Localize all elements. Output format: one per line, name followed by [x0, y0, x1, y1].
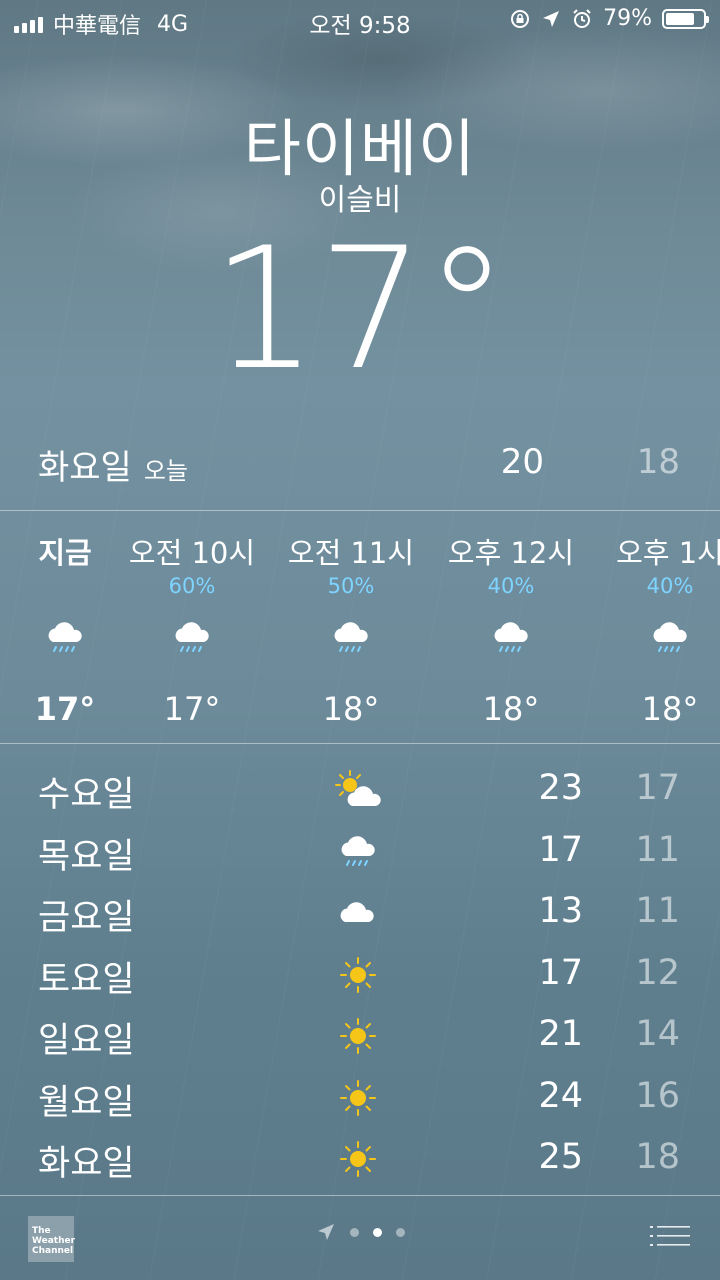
- daily-forecast: 수요일 23 17 목요일 17 11 금요일 13 11 토요일 17 12 …: [38, 760, 680, 1191]
- hour-temp: 17°: [163, 690, 221, 728]
- daily-row: 월요일 24 16: [38, 1068, 680, 1130]
- rain-cloud-icon: [117, 608, 267, 668]
- daily-day: 금요일: [38, 898, 135, 938]
- daily-row: 토요일 17 12: [38, 945, 680, 1007]
- daily-high: 13: [538, 891, 583, 931]
- daily-row: 일요일 21 14: [38, 1006, 680, 1068]
- today-low: 18: [636, 442, 680, 482]
- daily-row: 화요일 25 18: [38, 1129, 680, 1191]
- daily-high: 17: [538, 829, 583, 870]
- location-arrow-icon: [317, 1224, 334, 1240]
- rain-cloud-icon: [595, 608, 720, 668]
- hour-label: 오후 12시: [447, 536, 575, 570]
- cloud-icon: [328, 891, 388, 935]
- page-indicator[interactable]: [0, 1222, 720, 1242]
- daily-low: 17: [635, 768, 680, 808]
- today-summary: 화요일 오늘 20 18: [38, 440, 680, 490]
- page-dot[interactable]: [349, 1227, 359, 1237]
- daily-low: 12: [635, 952, 680, 993]
- location-arrow-icon: [543, 10, 560, 27]
- city-list-icon[interactable]: [650, 1224, 690, 1252]
- daily-high: 23: [538, 768, 583, 808]
- hour-temp: 18°: [322, 690, 380, 728]
- daily-day: 화요일: [38, 1144, 135, 1184]
- daily-low: 11: [635, 829, 680, 870]
- hour-label: 오후 1시: [616, 536, 720, 570]
- rain-cloud-icon: [276, 608, 426, 668]
- daily-day: 토요일: [38, 959, 135, 1000]
- hour-precip: 50%: [327, 574, 375, 598]
- sun-icon: [328, 953, 388, 997]
- hourly-item: 오후 1시 40% 18°: [595, 512, 720, 728]
- current-temperature: 17°: [211, 211, 509, 407]
- daily-high: 24: [538, 1075, 583, 1116]
- partly-cloudy-icon: [328, 768, 388, 812]
- daily-high: 17: [538, 952, 583, 993]
- hourly-item: 오전 10시 60% 17°: [117, 512, 267, 728]
- today-tag: 오늘: [143, 457, 189, 485]
- daily-day: 수요일: [38, 775, 135, 815]
- today-high: 20: [500, 442, 544, 482]
- divider: [0, 510, 720, 511]
- hour-label: 오전 10시: [128, 536, 256, 570]
- battery-percent: 79%: [603, 6, 652, 31]
- hour-temp: 18°: [641, 690, 699, 728]
- daily-row: 수요일 23 17: [38, 760, 680, 822]
- sun-icon: [328, 1014, 388, 1058]
- daily-day: 목요일: [38, 836, 135, 877]
- hour-temp: 18°: [482, 690, 540, 728]
- daily-row: 금요일 13 11: [38, 883, 680, 945]
- daily-low: 14: [635, 1014, 680, 1054]
- sun-icon: [328, 1137, 388, 1181]
- daily-high: 25: [538, 1137, 583, 1177]
- page-dot[interactable]: [372, 1227, 382, 1237]
- daily-low: 18: [635, 1137, 680, 1177]
- hour-precip: 60%: [168, 574, 216, 598]
- hour-precip: 40%: [487, 574, 535, 598]
- sun-icon: [328, 1076, 388, 1120]
- hourly-item: 오후 12시 40% 18°: [436, 512, 586, 728]
- daily-low: 11: [635, 891, 680, 931]
- bottom-toolbar: The Weather Channel: [0, 1196, 720, 1280]
- hour-precip: 40%: [646, 574, 694, 598]
- rain-cloud-icon: [328, 830, 388, 874]
- rain-cloud-icon: [436, 608, 586, 668]
- hour-label: 오전 11시: [287, 536, 415, 570]
- alarm-icon: [573, 8, 591, 28]
- daily-day: 월요일: [38, 1082, 135, 1123]
- daily-day: 일요일: [38, 1021, 135, 1061]
- daily-low: 16: [635, 1075, 680, 1116]
- rotation-lock-icon: [511, 9, 530, 28]
- status-bar: 中華電信 4G 오전 9:58 79%: [0, 0, 720, 40]
- hourly-item: 오전 11시 50% 18°: [276, 512, 426, 728]
- battery-icon: [662, 8, 709, 29]
- page-dot[interactable]: [395, 1227, 405, 1237]
- daily-high: 21: [538, 1014, 583, 1054]
- today-day: 화요일: [38, 448, 132, 488]
- hourly-forecast[interactable]: 지금 17° 오전 10시 60% 17° 오전 11시 50% 18° 오후 …: [0, 512, 720, 742]
- daily-row: 목요일 17 11: [38, 822, 680, 884]
- divider: [0, 743, 720, 744]
